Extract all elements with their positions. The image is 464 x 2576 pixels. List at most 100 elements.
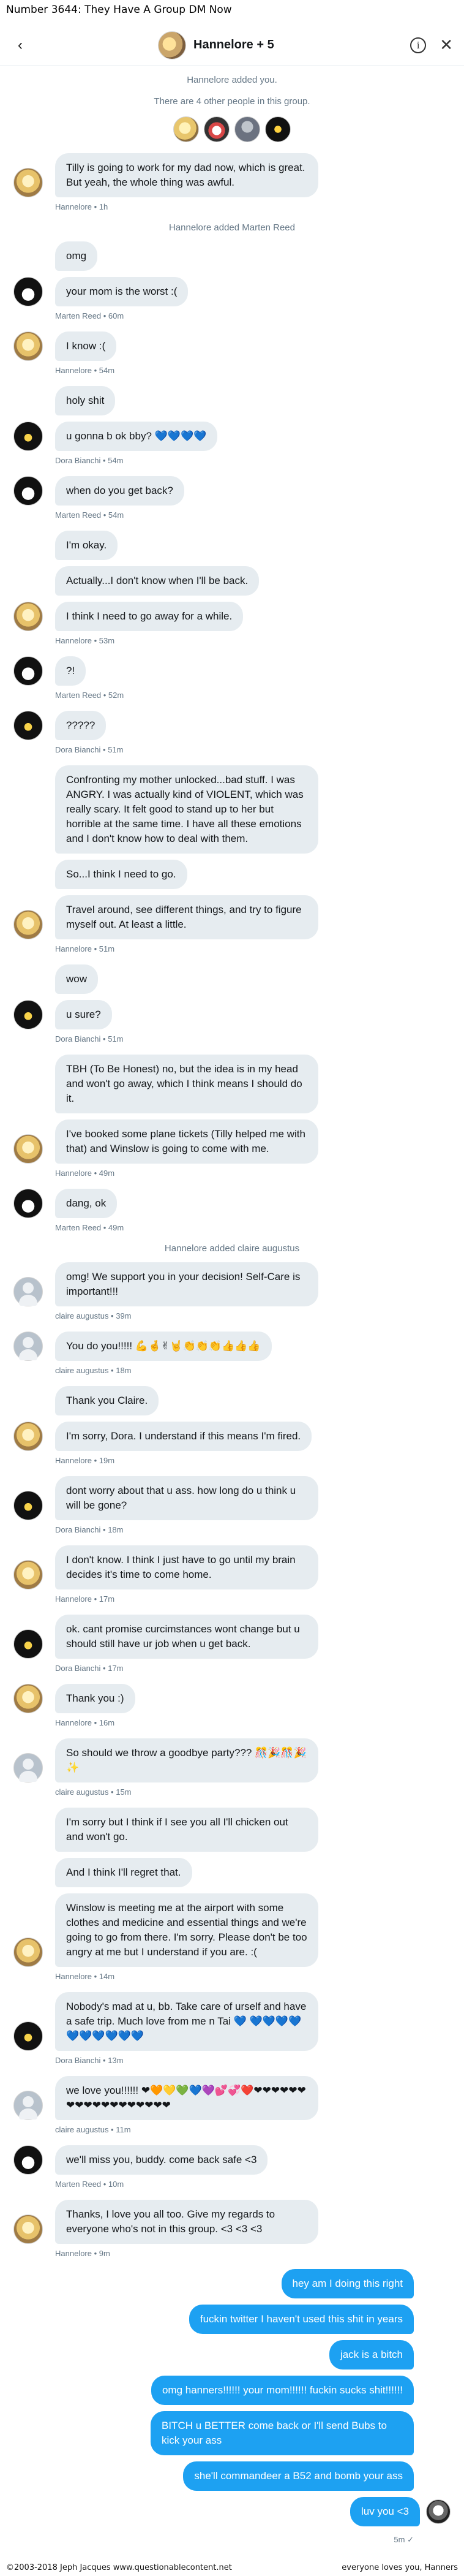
message-bubble[interactable]: we'll miss you, buddy. come back safe <3 xyxy=(55,2145,268,2175)
avatar[interactable] xyxy=(13,1000,43,1029)
copyright: ©2003-2018 Jeph Jacques www.questionable… xyxy=(6,2563,232,2572)
group-name: Hannelore + 5 xyxy=(193,38,274,51)
message-bubble[interactable]: Thank you :) xyxy=(55,1684,135,1713)
outgoing-bubble[interactable]: luv you <3 xyxy=(350,2497,420,2526)
message-bubble[interactable]: dont worry about that u ass. how long do… xyxy=(55,1476,318,1520)
avatar[interactable] xyxy=(173,116,199,142)
message-row: wow xyxy=(13,964,451,994)
message-bubble[interactable]: Tilly is going to work for my dad now, w… xyxy=(55,153,318,197)
avatar[interactable] xyxy=(13,1422,43,1451)
avatar[interactable] xyxy=(13,1629,43,1659)
avatar[interactable] xyxy=(13,1560,43,1589)
avatar[interactable] xyxy=(13,422,43,451)
outgoing-row: BITCH u BETTER come back or I'll send Bu… xyxy=(151,2411,451,2455)
message-bubble[interactable]: Nobody's mad at u, bb. Take care of urse… xyxy=(55,1992,318,2051)
message-meta: Dora Bianchi • 51m xyxy=(55,745,124,754)
message-row: So...I think I need to go. xyxy=(13,860,451,889)
chevron-left-icon[interactable]: ‹ xyxy=(11,36,29,55)
message-bubble[interactable]: omg! We support you in your decision! Se… xyxy=(55,1262,318,1306)
message-bubble[interactable]: ok. cant promise curcimstances wont chan… xyxy=(55,1615,318,1659)
message-bubble[interactable]: your mom is the worst :( xyxy=(55,277,189,306)
avatar[interactable] xyxy=(234,116,260,142)
message-bubble[interactable]: we love you!!!!!! ❤🧡💛💚💙💜💕💞❤️❤❤❤❤❤❤❤❤❤❤❤❤… xyxy=(55,2076,318,2120)
message-row: your mom is the worst :( xyxy=(13,277,451,306)
message-bubble[interactable]: You do you!!!!! 💪🤞✌🤘👏👏👏👍👍👍 xyxy=(55,1332,272,1361)
message-bubble[interactable]: I've booked some plane tickets (Tilly he… xyxy=(55,1119,318,1164)
message-row: Winslow is meeting me at the airport wit… xyxy=(13,1893,451,1967)
message-bubble[interactable]: u gonna b ok bby? 💙💙💙💙 xyxy=(55,422,218,451)
message-bubble[interactable]: TBH (To Be Honest) no, but the idea is i… xyxy=(55,1055,318,1113)
message-bubble[interactable]: I'm okay. xyxy=(55,531,118,560)
avatar[interactable] xyxy=(13,2214,43,2244)
avatar[interactable] xyxy=(13,1938,43,1967)
message-meta: Marten Reed • 52m xyxy=(55,691,124,700)
outgoing-bubble[interactable]: she'll commandeer a B52 and bomb your as… xyxy=(183,2461,414,2491)
avatar[interactable] xyxy=(265,116,291,142)
outgoing-bubble[interactable]: jack is a bitch xyxy=(329,2340,414,2370)
avatar[interactable] xyxy=(13,1277,43,1306)
message-bubble[interactable]: I don't know. I think I just have to go … xyxy=(55,1545,318,1589)
message-row: Tilly is going to work for my dad now, w… xyxy=(13,153,451,197)
message-meta: Hannelore • 16m xyxy=(55,1718,115,1727)
message-meta: Hannelore • 54m xyxy=(55,366,115,375)
message-bubble[interactable]: And I think I'll regret that. xyxy=(55,1858,192,1887)
message-meta: claire augustus • 11m xyxy=(55,2125,131,2134)
message-bubble[interactable]: dang, ok xyxy=(55,1189,118,1218)
message-bubble[interactable]: Thanks, I love you all too. Give my rega… xyxy=(55,2200,318,2244)
avatar[interactable] xyxy=(13,910,43,939)
outgoing-bubble[interactable]: omg hanners!!!!!! your mom!!!!!! fuckin … xyxy=(151,2376,414,2405)
avatar[interactable] xyxy=(13,1134,43,1164)
outgoing-row: luv you <3 xyxy=(350,2497,451,2526)
avatar[interactable] xyxy=(13,1491,43,1520)
avatar[interactable] xyxy=(13,1753,43,1782)
message-bubble[interactable]: when do you get back? xyxy=(55,476,184,506)
message-bubble[interactable]: So...I think I need to go. xyxy=(55,860,187,889)
info-icon[interactable]: i xyxy=(410,37,427,53)
message-bubble[interactable]: Confronting my mother unlocked...bad stu… xyxy=(55,765,318,854)
avatar[interactable] xyxy=(13,1684,43,1713)
group-avatar xyxy=(158,31,186,59)
close-icon[interactable]: ✕ xyxy=(440,36,453,55)
message-bubble[interactable]: I think I need to go away for a while. xyxy=(55,602,244,631)
outgoing-bubble[interactable]: BITCH u BETTER come back or I'll send Bu… xyxy=(151,2411,414,2455)
message-bubble[interactable]: Thank you Claire. xyxy=(55,1386,159,1415)
avatar[interactable] xyxy=(13,168,43,197)
message-row: Nobody's mad at u, bb. Take care of urse… xyxy=(13,1992,451,2051)
avatar[interactable] xyxy=(13,2021,43,2051)
avatar[interactable] xyxy=(13,602,43,631)
avatar[interactable] xyxy=(426,2499,451,2524)
avatar[interactable] xyxy=(13,2091,43,2120)
avatar[interactable] xyxy=(13,1332,43,1361)
message-bubble[interactable]: ?! xyxy=(55,656,86,686)
group-title[interactable]: Hannelore + 5 xyxy=(158,31,274,59)
message-row: Thank you :) xyxy=(13,1684,451,1713)
message-bubble[interactable]: Winslow is meeting me at the airport wit… xyxy=(55,1893,318,1967)
message-bubble[interactable]: So should we throw a goodbye party??? 🎊🎉… xyxy=(55,1738,318,1782)
seen-status: 5m ✓ xyxy=(394,2535,414,2545)
avatar[interactable] xyxy=(13,476,43,506)
message-bubble[interactable]: wow xyxy=(55,964,99,994)
message-row: Travel around, see different things, and… xyxy=(13,895,451,939)
outgoing-bubble[interactable]: hey am I doing this right xyxy=(281,2269,414,2298)
message-bubble[interactable]: Actually...I don't know when I'll be bac… xyxy=(55,566,260,596)
avatar[interactable] xyxy=(13,656,43,686)
message-bubble[interactable]: ????? xyxy=(55,711,107,740)
outgoing-bubble[interactable]: fuckin twitter I haven't used this shit … xyxy=(189,2305,414,2334)
header-actions: i ✕ xyxy=(410,36,453,55)
message-bubble[interactable]: omg xyxy=(55,241,98,271)
message-row: I'm okay. xyxy=(13,531,451,560)
avatar[interactable] xyxy=(13,277,43,306)
message-bubble[interactable]: I know :( xyxy=(55,331,117,361)
avatar[interactable] xyxy=(13,2145,43,2175)
avatar[interactable] xyxy=(13,331,43,361)
message-bubble[interactable]: u sure? xyxy=(55,1000,112,1029)
message-meta: Marten Reed • 54m xyxy=(55,510,124,520)
avatar[interactable] xyxy=(204,116,230,142)
message-bubble[interactable]: Travel around, see different things, and… xyxy=(55,895,318,939)
message-row: TBH (To Be Honest) no, but the idea is i… xyxy=(13,1055,451,1113)
avatar[interactable] xyxy=(13,711,43,740)
message-bubble[interactable]: holy shit xyxy=(55,386,116,415)
message-bubble[interactable]: I'm sorry, Dora. I understand if this me… xyxy=(55,1422,312,1451)
avatar[interactable] xyxy=(13,1189,43,1218)
message-bubble[interactable]: I'm sorry but I think if I see you all I… xyxy=(55,1808,318,1852)
